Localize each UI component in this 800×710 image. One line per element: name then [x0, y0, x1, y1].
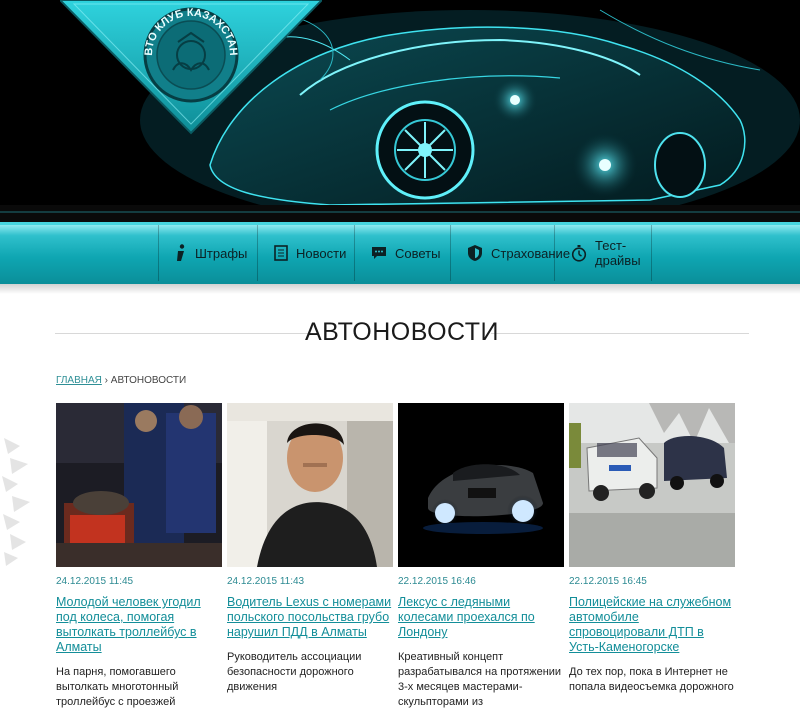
article-title-link[interactable]: Полицейские на служебном автомобиле спро… [569, 595, 735, 655]
article-excerpt: Креативный концепт разрабатывался на про… [398, 651, 562, 708]
nav-label: Советы [395, 245, 441, 261]
article-title-link[interactable]: Молодой человек угодил под колеса, помог… [56, 595, 222, 655]
article-date: 24.12.2015 11:43 [227, 576, 305, 587]
article-thumbnail[interactable] [398, 403, 564, 567]
article-date: 24.12.2015 11:45 [56, 576, 134, 587]
article-card: 22.12.2015 16:46 Лексус с ледяными колес… [398, 403, 564, 710]
article-date: 22.12.2015 16:46 [398, 576, 476, 587]
nav-item-insurance[interactable]: Страхование [451, 225, 570, 281]
page-title-block: АВТОНОВОСТИ [55, 314, 749, 354]
shield-icon [467, 244, 483, 262]
article-date: 22.12.2015 16:45 [569, 576, 647, 587]
breadcrumb: ГЛАВНАЯ › АВТОНОВОСТИ [56, 375, 186, 386]
article-thumbnail[interactable] [56, 403, 222, 567]
site-logo[interactable]: АВТО КЛУБ КАЗАХСТАНА [60, 0, 322, 135]
nav-label: Штрафы [195, 245, 248, 261]
article-title-link[interactable]: Водитель Lexus с номерами польского посо… [227, 595, 393, 640]
article-card: 24.12.2015 11:45 Молодой человек угодил … [56, 403, 222, 710]
main-nav: Штрафы Новости Советы Страхование Тест-д… [0, 222, 800, 284]
header-banner: АВТО КЛУБ КАЗАХСТАНА [0, 0, 800, 222]
article-title-link[interactable]: Лексус с ледяными колесами проехался по … [398, 595, 564, 640]
page-title: АВТОНОВОСТИ [304, 318, 500, 346]
nav-label: Тест-драйвы [595, 238, 641, 268]
breadcrumb-home[interactable]: ГЛАВНАЯ [56, 375, 102, 386]
breadcrumb-current: АВТОНОВОСТИ [110, 375, 187, 386]
article-card: 24.12.2015 11:43 Водитель Lexus с номера… [227, 403, 393, 695]
tire-track-decoration [2, 438, 30, 566]
article-thumbnail[interactable] [227, 403, 393, 567]
article-card: 22.12.2015 16:45 Полицейские на служебно… [569, 403, 735, 695]
stopwatch-icon [571, 244, 587, 262]
article-excerpt: Руководитель ассоциации безопасности дор… [227, 651, 362, 693]
nav-label: Новости [296, 245, 347, 261]
nav-item-news[interactable]: Новости [258, 225, 355, 281]
article-thumbnail[interactable] [569, 403, 735, 567]
nav-item-test-drives[interactable]: Тест-драйвы [555, 225, 652, 281]
article-excerpt: На парня, помогавшего вытолкать многотон… [56, 666, 179, 708]
article-excerpt: До тех пор, пока в Интернет не попала ви… [569, 666, 734, 693]
chat-bubble-icon [371, 244, 387, 262]
breadcrumb-separator: › [104, 375, 108, 386]
document-icon [274, 244, 288, 262]
info-icon [175, 244, 187, 262]
nav-shadow [0, 284, 800, 294]
nav-item-tips[interactable]: Советы [355, 225, 451, 281]
nav-item-fines[interactable]: Штрафы [159, 225, 258, 281]
